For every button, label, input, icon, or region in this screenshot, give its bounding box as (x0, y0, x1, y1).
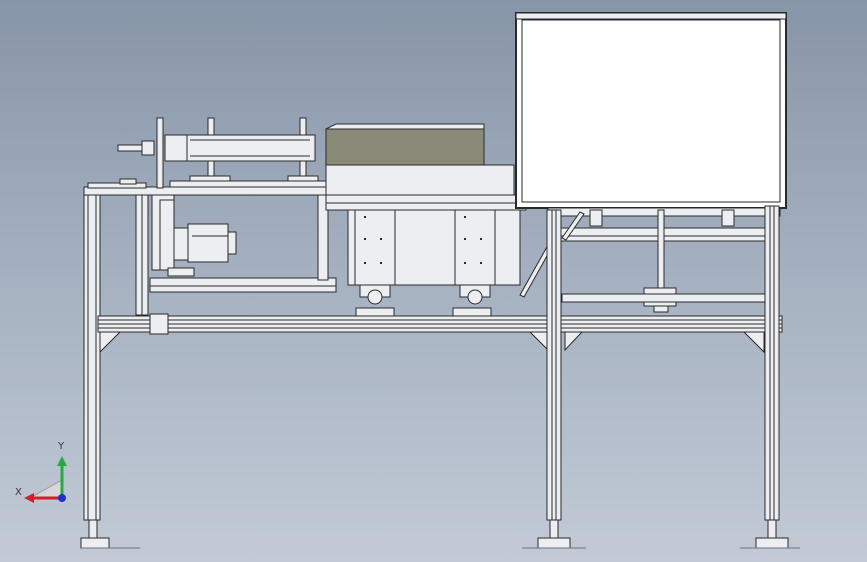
right-frame (537, 205, 789, 549)
coordinate-triad (24, 456, 67, 503)
left-foot-pad (80, 537, 110, 549)
left-foot-stem (88, 519, 98, 539)
table-top-knob (119, 178, 137, 185)
cad-viewport[interactable]: X Y (0, 0, 867, 562)
main-rail (97, 313, 783, 354)
triad-x-label: X (15, 487, 22, 498)
left-outer-leg (83, 194, 101, 521)
right-inner-leg (546, 209, 562, 521)
table-top-plate (87, 182, 147, 189)
motor (151, 194, 237, 277)
display-screen (515, 12, 787, 209)
triad-y-label: Y (58, 441, 65, 452)
left-lower-shelf (149, 277, 337, 287)
cylinder-assembly (117, 117, 331, 189)
machine-assembly-drawing[interactable] (0, 0, 867, 562)
right-outer-leg (764, 205, 780, 521)
